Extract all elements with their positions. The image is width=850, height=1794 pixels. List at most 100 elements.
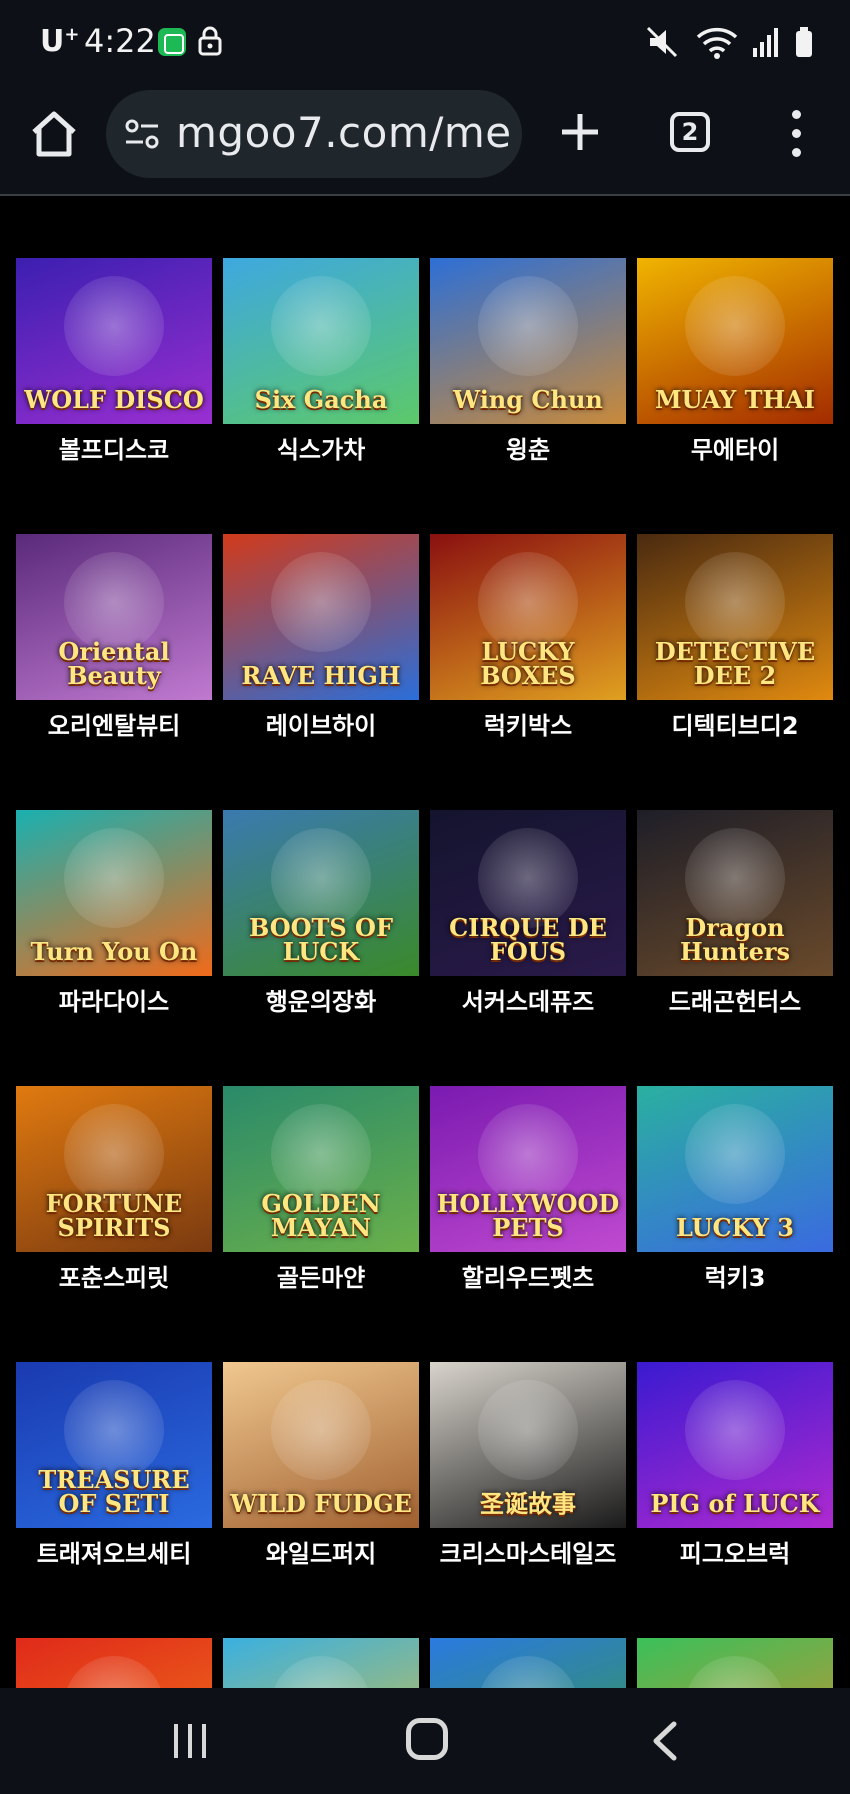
game-card[interactable]: 圣诞故事 크리스마스테일즈 xyxy=(430,1362,626,1570)
game-title[interactable]: 파라다이스 xyxy=(16,986,212,1018)
game-art-emblem xyxy=(478,276,578,376)
game-thumbnail[interactable]: PIG of LUCK xyxy=(637,1362,833,1528)
game-art-title: MUAY THAI xyxy=(654,385,816,414)
game-art-title: Six Gacha xyxy=(254,385,388,414)
game-card[interactable]: Six Gacha 식스가차 xyxy=(223,258,419,466)
game-art-title: TREASURE OF SETI xyxy=(38,1465,190,1518)
game-title[interactable]: 행운의장화 xyxy=(223,986,419,1018)
game-title[interactable]: 골든마얀 xyxy=(223,1262,419,1294)
game-thumbnail[interactable] xyxy=(223,1638,419,1688)
game-card[interactable]: RAVE HIGH 레이브하이 xyxy=(223,534,419,742)
game-title[interactable]: 트래져오브세티 xyxy=(16,1538,212,1570)
game-thumbnail[interactable]: HOLLYWOOD PETS xyxy=(430,1086,626,1252)
game-card[interactable]: LUCKY 3 럭키3 xyxy=(637,1086,833,1294)
game-card[interactable]: GOLDEN MAYAN 골든마얀 xyxy=(223,1086,419,1294)
game-card[interactable]: DETECTIVE DEE 2 디텍티브디2 xyxy=(637,534,833,742)
game-title[interactable]: 럭키3 xyxy=(637,1262,833,1294)
game-thumbnail[interactable]: TREASURE OF SETI xyxy=(16,1362,212,1528)
game-title[interactable]: 볼프디스코 xyxy=(16,434,212,466)
game-thumbnail[interactable] xyxy=(637,1638,833,1688)
game-thumbnail[interactable]: LUCKY BOXES xyxy=(430,534,626,700)
game-art-emblem xyxy=(478,1380,578,1480)
system-icons xyxy=(646,24,814,60)
game-title[interactable]: 드래곤헌터스 xyxy=(637,986,833,1018)
game-title[interactable]: 서커스데퓨즈 xyxy=(430,986,626,1018)
game-thumbnail[interactable]: FORTUNE SPIRITS xyxy=(16,1086,212,1252)
game-art-emblem xyxy=(271,1380,371,1480)
game-thumbnail[interactable] xyxy=(430,1638,626,1688)
game-thumbnail[interactable]: Turn You On xyxy=(16,810,212,976)
site-settings-icon[interactable] xyxy=(124,118,160,150)
signal-icon xyxy=(753,28,778,57)
url-text[interactable]: mgoo7.com/me xyxy=(176,108,512,157)
game-card[interactable]: Turn You On 파라다이스 xyxy=(16,810,212,1018)
game-title[interactable]: 피그오브럭 xyxy=(637,1538,833,1570)
game-card[interactable] xyxy=(16,1638,212,1688)
game-thumbnail[interactable]: CIRQUE DE FOUS xyxy=(430,810,626,976)
game-art-title: Wing Chun xyxy=(453,385,603,414)
game-thumbnail[interactable]: LUCKY 3 xyxy=(637,1086,833,1252)
game-title[interactable]: 디텍티브디2 xyxy=(637,710,833,742)
game-art-emblem xyxy=(271,552,371,652)
nav-home-button[interactable] xyxy=(406,1718,448,1760)
game-title[interactable]: 럭키박스 xyxy=(430,710,626,742)
recent-apps-icon[interactable] xyxy=(170,1722,210,1760)
game-art-emblem xyxy=(685,1656,785,1688)
game-card[interactable]: PIG of LUCK 피그오브럭 xyxy=(637,1362,833,1570)
game-title[interactable]: 윙춘 xyxy=(430,434,626,466)
game-thumbnail[interactable]: GOLDEN MAYAN xyxy=(223,1086,419,1252)
game-thumbnail[interactable]: Six Gacha xyxy=(223,258,419,424)
game-card[interactable]: HOLLYWOOD PETS 할리우드펫츠 xyxy=(430,1086,626,1294)
game-art-emblem xyxy=(478,1656,578,1688)
game-card[interactable]: CIRQUE DE FOUS 서커스데퓨즈 xyxy=(430,810,626,1018)
game-title[interactable]: 와일드퍼지 xyxy=(223,1538,419,1570)
game-thumbnail[interactable]: Wing Chun xyxy=(430,258,626,424)
game-title[interactable]: 무에타이 xyxy=(637,434,833,466)
more-menu-icon[interactable] xyxy=(780,108,812,160)
game-thumbnail[interactable] xyxy=(16,1638,212,1688)
game-card[interactable]: MUAY THAI 무에타이 xyxy=(637,258,833,466)
tab-switcher-button[interactable]: 2 xyxy=(670,112,710,152)
game-card[interactable]: Dragon Hunters 드래곤헌터스 xyxy=(637,810,833,1018)
system-nav-bar xyxy=(0,1688,850,1794)
game-thumbnail[interactable]: WILD FUDGE xyxy=(223,1362,419,1528)
lock-icon xyxy=(198,26,222,56)
game-thumbnail[interactable]: BOOTS OF LUCK xyxy=(223,810,419,976)
game-card[interactable]: WOLF DISCO 볼프디스코 xyxy=(16,258,212,466)
game-art-title: PIG of LUCK xyxy=(650,1489,820,1518)
game-title[interactable]: 식스가차 xyxy=(223,434,419,466)
game-title[interactable]: 레이브하이 xyxy=(223,710,419,742)
game-card[interactable]: BOOTS OF LUCK 행운의장화 xyxy=(223,810,419,1018)
game-card[interactable]: Oriental Beauty 오리엔탈뷰티 xyxy=(16,534,212,742)
game-thumbnail[interactable]: 圣诞故事 xyxy=(430,1362,626,1528)
game-thumbnail[interactable]: RAVE HIGH xyxy=(223,534,419,700)
new-tab-icon[interactable] xyxy=(558,110,602,154)
game-card[interactable] xyxy=(637,1638,833,1688)
game-title[interactable]: 포춘스피릿 xyxy=(16,1262,212,1294)
game-title[interactable]: 할리우드펫츠 xyxy=(430,1262,626,1294)
game-art-title: 圣诞故事 xyxy=(480,1489,576,1518)
game-card[interactable]: Wing Chun 윙춘 xyxy=(430,258,626,466)
game-card[interactable]: LUCKY BOXES 럭키박스 xyxy=(430,534,626,742)
game-card[interactable] xyxy=(430,1638,626,1688)
game-thumbnail[interactable]: Dragon Hunters xyxy=(637,810,833,976)
game-art-emblem xyxy=(271,1656,371,1688)
game-thumbnail[interactable]: Oriental Beauty xyxy=(16,534,212,700)
address-bar[interactable]: mgoo7.com/me xyxy=(106,90,522,178)
game-thumbnail[interactable]: MUAY THAI xyxy=(637,258,833,424)
home-icon[interactable] xyxy=(28,108,80,160)
game-card[interactable]: FORTUNE SPIRITS 포춘스피릿 xyxy=(16,1086,212,1294)
game-art-title: Oriental Beauty xyxy=(58,637,170,690)
game-art-title: FORTUNE SPIRITS xyxy=(45,1189,183,1242)
game-card[interactable]: TREASURE OF SETI 트래져오브세티 xyxy=(16,1362,212,1570)
game-art-title: LUCKY 3 xyxy=(676,1213,794,1242)
game-title[interactable]: 크리스마스테일즈 xyxy=(430,1538,626,1570)
game-card[interactable]: WILD FUDGE 와일드퍼지 xyxy=(223,1362,419,1570)
game-thumbnail[interactable]: DETECTIVE DEE 2 xyxy=(637,534,833,700)
game-card[interactable] xyxy=(223,1638,419,1688)
game-art-title: WOLF DISCO xyxy=(24,385,204,414)
back-icon[interactable] xyxy=(650,1720,680,1762)
game-title[interactable]: 오리엔탈뷰티 xyxy=(16,710,212,742)
game-thumbnail[interactable]: WOLF DISCO xyxy=(16,258,212,424)
game-art-emblem xyxy=(685,276,785,376)
